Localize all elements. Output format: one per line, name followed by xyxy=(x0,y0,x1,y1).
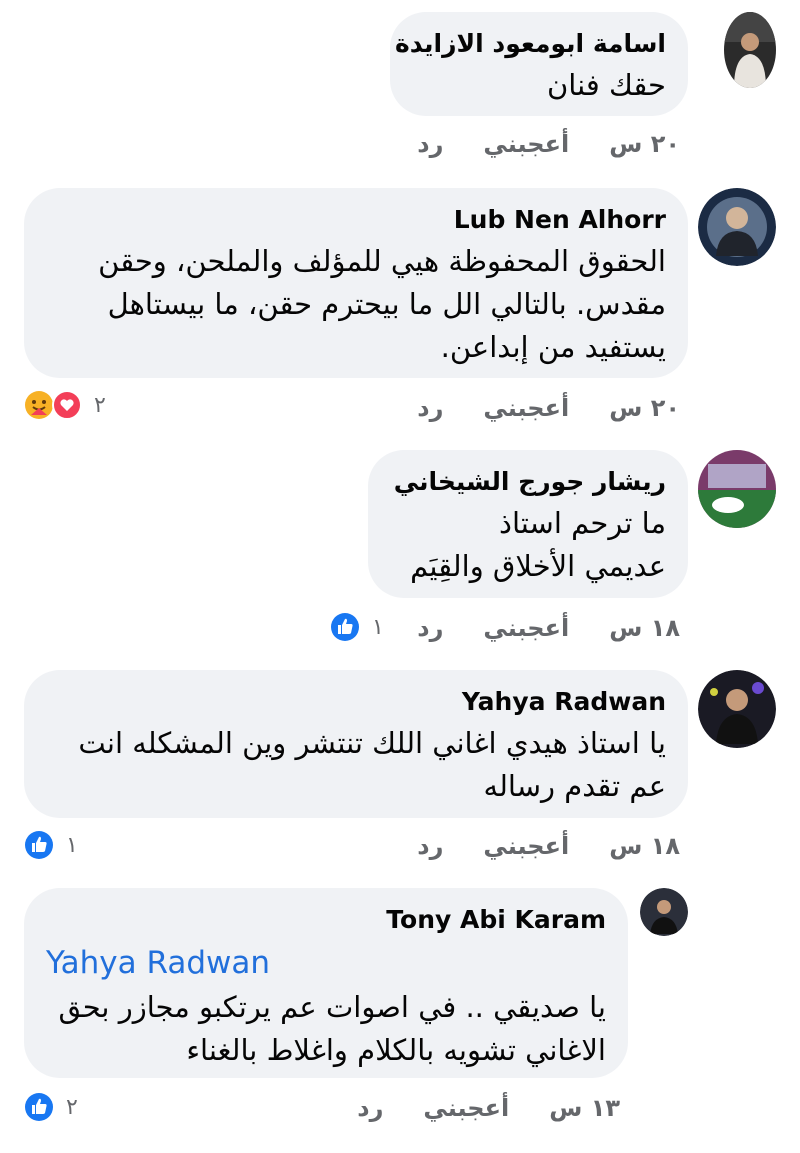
reactions-count: ٢ xyxy=(94,392,106,418)
reply-button[interactable]: رد xyxy=(417,394,443,422)
like-button[interactable]: أعجبني xyxy=(483,832,569,860)
comment-text: حقك فنان xyxy=(546,68,666,102)
comment-bubble: ريشار جورج الشيخاني ما ترحم استاذ عديمي … xyxy=(368,450,688,598)
reactions-count: ١ xyxy=(66,832,78,858)
like-icon xyxy=(24,830,54,860)
comment-time[interactable]: ٢٠ س xyxy=(609,394,680,422)
commenter-avatar-4[interactable] xyxy=(698,670,776,748)
like-button[interactable]: أعجبني xyxy=(483,614,569,642)
comment-time[interactable]: ٢٠ س xyxy=(609,130,680,158)
comment-time[interactable]: ١٨ س xyxy=(609,614,680,642)
comment-bubble: Tony Abi Karam Yahya Radwan يا صديقي .. … xyxy=(24,888,628,1078)
comment-text: يا صديقي .. في اصوات عم يرتكبو مجازر بحق… xyxy=(58,990,606,1067)
reactions-summary[interactable]: ١ xyxy=(330,612,384,642)
comment-time[interactable]: ١٨ س xyxy=(609,832,680,860)
comment-text: الحقوق المحفوظة هيي للمؤلف والملحن، وحقن… xyxy=(98,244,666,364)
comment-text-line: ما ترحم استاذ xyxy=(499,506,666,540)
reactions-summary[interactable]: ٢ xyxy=(24,1092,78,1122)
care-icon xyxy=(24,390,54,420)
like-button[interactable]: أعجبني xyxy=(423,1094,509,1122)
commenter-avatar-2[interactable] xyxy=(698,188,776,266)
like-button[interactable]: أعجبني xyxy=(483,394,569,422)
comment-author[interactable]: ريشار جورج الشيخاني xyxy=(390,464,666,500)
comment-actions: ١٨ س أعجبني رد xyxy=(417,614,680,642)
reactions-summary[interactable]: ١ xyxy=(24,830,78,860)
comment-actions: ١٣ س أعجبني رد xyxy=(357,1094,620,1122)
reply-button[interactable]: رد xyxy=(357,1094,383,1122)
reply-button[interactable]: رد xyxy=(417,130,443,158)
love-icon xyxy=(52,390,82,420)
reply-button[interactable]: رد xyxy=(417,614,443,642)
comment-author[interactable]: Yahya Radwan xyxy=(46,684,666,720)
reactions-count: ٢ xyxy=(66,1094,78,1120)
comment-text-line: عديمي الأخلاق والقِيَم xyxy=(410,549,666,583)
commenter-avatar-3[interactable] xyxy=(698,450,776,528)
reactions-count: ١ xyxy=(372,614,384,640)
comment-text: يا استاذ هيدي اغاني اللك تنتشر وين المشك… xyxy=(78,726,666,803)
comment-time[interactable]: ١٣ س xyxy=(549,1094,620,1122)
commenter-avatar-1[interactable] xyxy=(724,12,776,88)
comment-actions: ١٨ س أعجبني رد xyxy=(417,832,680,860)
comment-author[interactable]: Tony Abi Karam xyxy=(46,902,606,938)
like-icon xyxy=(330,612,360,642)
like-icon xyxy=(24,1092,54,1122)
mention-link[interactable]: Yahya Radwan xyxy=(46,942,606,984)
comment-actions: ٢٠ س أعجبني رد xyxy=(417,394,680,422)
like-button[interactable]: أعجبني xyxy=(483,130,569,158)
comment-actions: ٢٠ س أعجبني رد xyxy=(417,130,680,158)
commenter-avatar-5[interactable] xyxy=(640,888,688,936)
reactions-summary[interactable]: ٢ xyxy=(24,390,106,420)
comment-bubble: Lub Nen Alhorr الحقوق المحفوظة هيي للمؤل… xyxy=(24,188,688,378)
comment-author[interactable]: اسامة ابومعود الازايدة xyxy=(395,26,666,62)
comment-author[interactable]: Lub Nen Alhorr xyxy=(46,202,666,238)
reply-button[interactable]: رد xyxy=(417,832,443,860)
comment-bubble: Yahya Radwan يا استاذ هيدي اغاني اللك تن… xyxy=(24,670,688,818)
comment-bubble: اسامة ابومعود الازايدة حقك فنان xyxy=(390,12,688,116)
